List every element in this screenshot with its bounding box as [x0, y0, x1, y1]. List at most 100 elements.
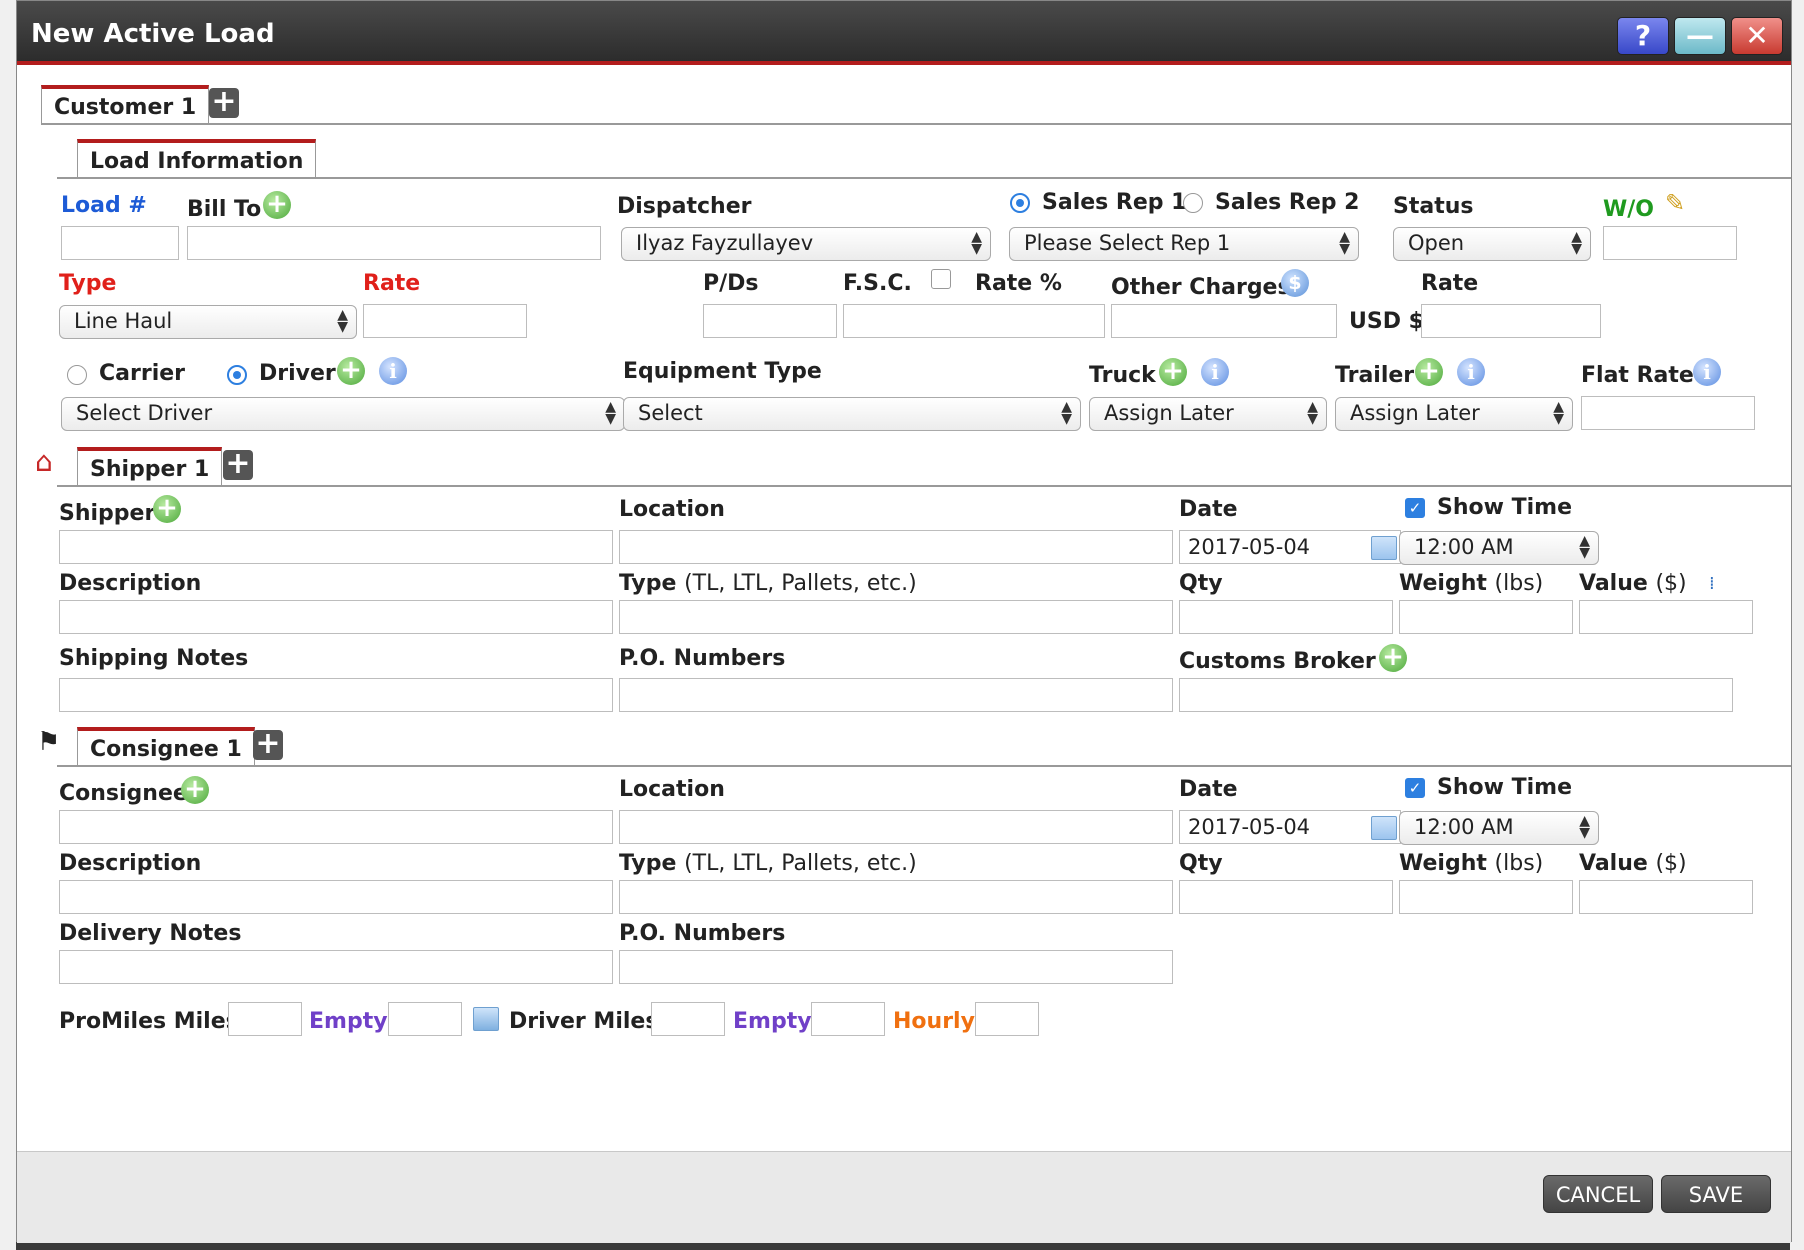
add-bill-to-icon[interactable]: + [263, 191, 291, 219]
status-select[interactable]: Open ▲ ▼ [1393, 227, 1591, 261]
select-arrows-icon: ▲ ▼ [1339, 229, 1350, 257]
driver-radio[interactable] [227, 365, 247, 385]
trailer-info-icon[interactable]: i [1457, 358, 1485, 386]
promiles-input[interactable] [228, 1002, 302, 1036]
select-arrows-icon: ▲ ▼ [971, 229, 982, 257]
tab-load-information[interactable]: Load Information [77, 139, 317, 179]
rate-usd-input[interactable] [1421, 304, 1601, 338]
save-button[interactable]: SAVE [1661, 1175, 1771, 1213]
tab-shipper-1[interactable]: Shipper 1 [77, 447, 223, 487]
bill-to-input[interactable] [187, 226, 601, 260]
shipper-value-input[interactable] [1579, 600, 1753, 634]
pds-label: P/Ds [703, 271, 759, 296]
dollar-icon[interactable]: $ [1281, 269, 1309, 297]
load-number-input[interactable] [61, 226, 179, 260]
minimize-button[interactable]: — [1674, 17, 1726, 55]
tab-consignee-1[interactable]: Consignee 1 [77, 727, 255, 767]
shipper-show-time-checkbox[interactable]: ✓ [1405, 498, 1425, 518]
consignee-description-label: Description [59, 851, 202, 876]
checkered-flag-icon: ⚑ [37, 727, 61, 757]
add-shipper-company-icon[interactable]: + [153, 495, 181, 523]
plus-icon: + [255, 726, 281, 761]
calculator-icon[interactable] [473, 1007, 499, 1031]
load-info-divider [57, 177, 1791, 179]
shipper-type-input[interactable] [619, 600, 1173, 634]
promiles-empty-input[interactable] [388, 1002, 462, 1036]
calendar-icon[interactable] [1371, 536, 1397, 560]
shipper-time-select[interactable]: 12:00 AM ▲ ▼ [1399, 531, 1599, 565]
flat-rate-input[interactable] [1581, 396, 1755, 430]
consignee-location-label: Location [619, 777, 725, 802]
add-shipper-button[interactable]: + [223, 449, 253, 480]
shipper-qty-input[interactable] [1179, 600, 1393, 634]
equipment-type-select[interactable]: Select ▲ ▼ [623, 397, 1081, 431]
driver-miles-empty-input[interactable] [811, 1002, 885, 1036]
fsc-label: F.S.C. [843, 271, 912, 296]
other-charges-input[interactable] [1111, 304, 1337, 338]
sales-rep-1-radio[interactable] [1010, 193, 1030, 213]
consignee-po-input[interactable] [619, 950, 1173, 984]
consignee-weight-input[interactable] [1399, 880, 1573, 914]
driver-miles-empty-label: Empty [733, 1009, 812, 1034]
consignee-type-input[interactable] [619, 880, 1173, 914]
delivery-notes-input[interactable] [59, 950, 613, 984]
sales-rep-select[interactable]: Please Select Rep 1 ▲ ▼ [1009, 227, 1359, 261]
rate-percent-input[interactable] [843, 304, 1105, 338]
driver-miles-input[interactable] [651, 1002, 725, 1036]
close-button[interactable]: ✕ [1731, 17, 1783, 55]
truck-select[interactable]: Assign Later ▲ ▼ [1089, 397, 1327, 431]
add-driver-icon[interactable]: + [337, 357, 365, 385]
cancel-button[interactable]: CANCEL [1543, 1175, 1653, 1213]
consignee-qty-input[interactable] [1179, 880, 1393, 914]
shipper-input[interactable] [59, 530, 613, 564]
add-consignee-button[interactable]: + [253, 729, 283, 760]
calendar-icon[interactable] [1371, 816, 1397, 840]
fsc-checkbox[interactable] [931, 269, 951, 289]
consignee-show-time-checkbox[interactable]: ✓ [1405, 778, 1425, 798]
type-select[interactable]: Line Haul ▲ ▼ [59, 305, 357, 339]
customs-broker-input[interactable] [1179, 678, 1733, 712]
help-button[interactable]: ? [1617, 17, 1669, 55]
work-order-input[interactable] [1603, 226, 1737, 260]
driver-info-icon[interactable]: i [379, 357, 407, 385]
rate-label: Rate [363, 271, 421, 296]
driver-select[interactable]: Select Driver ▲ ▼ [61, 397, 625, 431]
consignee-type-label: Type (TL, LTL, Pallets, etc.) [619, 851, 917, 876]
shipper-description-input[interactable] [59, 600, 613, 634]
driver-miles-label: Driver Miles [509, 1009, 659, 1034]
add-trailer-icon[interactable]: + [1415, 358, 1443, 386]
shipper-date-input[interactable]: 2017-05-04 [1179, 530, 1401, 564]
consignee-time-select[interactable]: 12:00 AM ▲ ▼ [1399, 811, 1599, 845]
trailer-select[interactable]: Assign Later ▲ ▼ [1335, 397, 1573, 431]
add-truck-icon[interactable]: + [1159, 358, 1187, 386]
add-consignee-company-icon[interactable]: + [181, 776, 209, 804]
sales-rep-2-radio[interactable] [1183, 193, 1203, 213]
consignee-description-input[interactable] [59, 880, 613, 914]
value-help-icon[interactable]: ⁞ [1709, 573, 1715, 594]
tab-customer-1[interactable]: Customer 1 [41, 85, 210, 125]
shipper-label: Shipper [59, 501, 156, 526]
consignee-location-input[interactable] [619, 810, 1173, 844]
shipper-po-input[interactable] [619, 678, 1173, 712]
truck-info-icon[interactable]: i [1201, 358, 1229, 386]
shipping-notes-input[interactable] [59, 678, 613, 712]
add-customer-button[interactable]: + [209, 87, 239, 118]
hourly-input[interactable] [975, 1002, 1039, 1036]
consignee-value-input[interactable] [1579, 880, 1753, 914]
load-number-label: Load # [61, 193, 147, 218]
edit-pencil-icon[interactable]: ✎ [1665, 189, 1685, 217]
select-arrows-icon: ▲ ▼ [605, 399, 616, 427]
driver-label: Driver [259, 361, 336, 386]
dispatcher-select[interactable]: Ilyaz Fayzullayev ▲ ▼ [621, 227, 991, 261]
pds-input[interactable] [703, 304, 837, 338]
carrier-radio[interactable] [67, 365, 87, 385]
consignee-date-input[interactable]: 2017-05-04 [1179, 810, 1401, 844]
shipper-location-input[interactable] [619, 530, 1173, 564]
consignee-input[interactable] [59, 810, 613, 844]
rate-input[interactable] [363, 304, 527, 338]
shipper-weight-input[interactable] [1399, 600, 1573, 634]
flat-rate-info-icon[interactable]: i [1693, 358, 1721, 386]
add-customs-broker-icon[interactable]: + [1379, 644, 1407, 672]
close-icon: ✕ [1745, 19, 1769, 52]
dialog-footer: CANCEL SAVE [17, 1151, 1791, 1243]
